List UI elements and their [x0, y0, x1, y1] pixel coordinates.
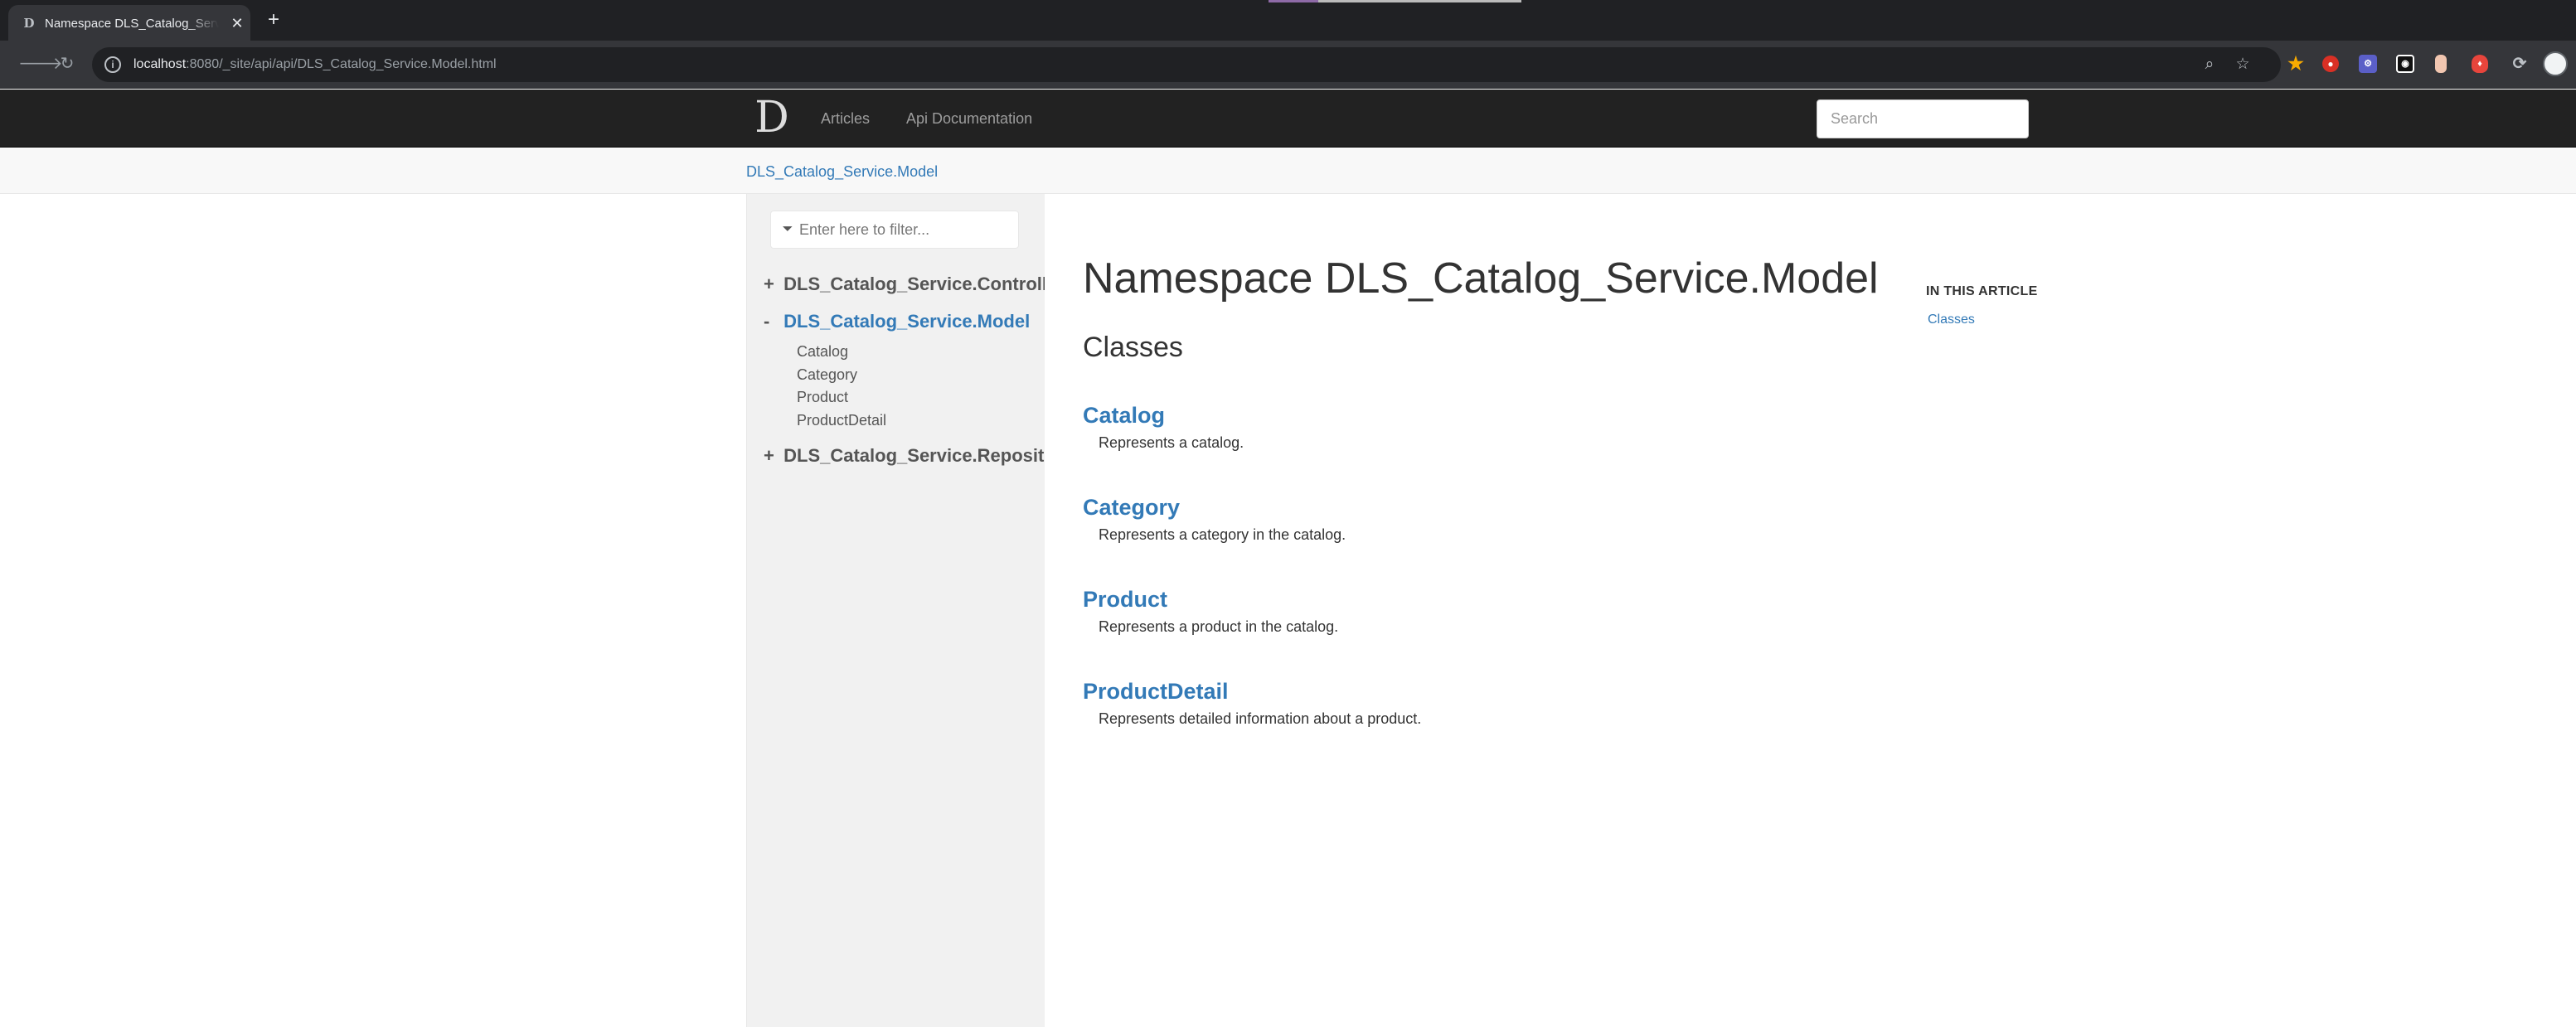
class-link-product[interactable]: Product: [1083, 585, 1167, 613]
filter-input[interactable]: [799, 211, 1013, 248]
browser-tab-strip: D Namespace DLS_Catalog_Service.Model ✕ …: [0, 0, 2576, 41]
shield-ext-icon[interactable]: ◉: [2396, 55, 2414, 73]
new-tab-icon[interactable]: +: [264, 10, 284, 30]
subnav-bar: DLS_Catalog_Service.Model: [0, 148, 2576, 194]
expand-toggle[interactable]: +: [764, 444, 779, 467]
fire-ext-icon[interactable]: ♦: [2472, 55, 2488, 73]
class-summary: Represents a catalog.: [1099, 434, 1244, 451]
class-link-category[interactable]: Category: [1083, 493, 1180, 521]
affix-link-classes[interactable]: Classes: [1928, 312, 1975, 328]
url-host: localhost: [133, 57, 187, 71]
toc-namespace-label[interactable]: DLS_Catalog_Service.Model: [783, 311, 1030, 332]
expand-toggle[interactable]: +: [764, 273, 779, 296]
class-link-catalog[interactable]: Catalog: [1083, 401, 1165, 429]
toc-namespace-controllers[interactable]: + DLS_Catalog_Service.Controllers: [764, 273, 1045, 296]
url-text[interactable]: localhost:8080/_site/api/api/DLS_Catalog…: [133, 56, 497, 73]
filter-icon: ⏷: [782, 222, 793, 236]
sync-icon[interactable]: ⟳: [2509, 53, 2530, 75]
bottle-ext-icon[interactable]: [2435, 55, 2447, 73]
toc-item-category[interactable]: Category: [797, 365, 857, 385]
breadcrumb[interactable]: DLS_Catalog_Service.Model: [746, 162, 938, 181]
tab-close-icon[interactable]: ✕: [229, 15, 245, 31]
toc-item-productdetail[interactable]: ProductDetail: [797, 410, 886, 430]
zoom-icon[interactable]: ⌕: [2200, 55, 2219, 75]
page-title: Namespace DLS_Catalog_Service.Model: [1083, 254, 1879, 303]
sidebar-toc: ⏷ + DLS_Catalog_Service.Controllers - DL…: [746, 194, 1045, 1027]
red-ext-icon[interactable]: ●: [2322, 56, 2339, 72]
toc-item-product[interactable]: Product: [797, 387, 848, 407]
nav-link-articles[interactable]: Articles: [821, 109, 870, 128]
toc-item-catalog[interactable]: Catalog: [797, 342, 848, 361]
toc-namespace-model[interactable]: - DLS_Catalog_Service.Model: [764, 310, 1030, 333]
forward-arrow-icon[interactable]: 🡒: [18, 54, 63, 74]
site-info-icon[interactable]: i: [104, 56, 121, 73]
class-summary: Represents a product in the catalog.: [1099, 618, 1339, 635]
class-link-productdetail[interactable]: ProductDetail: [1083, 677, 1229, 705]
tab-strip-accent-secondary: [1318, 0, 1521, 2]
toc-filter[interactable]: ⏷: [770, 211, 1019, 249]
toc-namespace-label[interactable]: DLS_Catalog_Service.Repositories: [783, 445, 1045, 466]
section-heading-classes: Classes: [1083, 332, 1183, 363]
brand-logo[interactable]: D: [750, 96, 793, 139]
star-ext-icon[interactable]: ★: [2285, 53, 2307, 75]
browser-tab-active[interactable]: D Namespace DLS_Catalog_Service.Model ✕: [8, 5, 250, 41]
tab-favicon-icon: D: [23, 16, 35, 31]
profile-avatar[interactable]: [2543, 51, 2568, 76]
tab-title: Namespace DLS_Catalog_Service.Model: [45, 17, 219, 31]
search-input[interactable]: [1817, 99, 2029, 138]
toc-namespace-label[interactable]: DLS_Catalog_Service.Controllers: [783, 274, 1045, 294]
url-path: :8080/_site/api/api/DLS_Catalog_Service.…: [186, 57, 497, 71]
collapse-toggle[interactable]: -: [764, 310, 779, 333]
bookmark-star-icon[interactable]: ☆: [2233, 55, 2253, 75]
puzzle-ext-icon[interactable]: ⚙: [2359, 55, 2377, 73]
browser-toolbar: 🡒 ↻ i localhost:8080/_site/api/api/DLS_C…: [0, 41, 2576, 89]
toc-namespace-repositories[interactable]: + DLS_Catalog_Service.Repositories: [764, 444, 1045, 467]
nav-link-api-documentation[interactable]: Api Documentation: [906, 109, 1032, 128]
reload-icon[interactable]: ↻: [57, 54, 77, 74]
class-summary: Represents detailed information about a …: [1099, 710, 1422, 727]
address-bar[interactable]: i localhost:8080/_site/api/api/DLS_Catal…: [92, 47, 2281, 82]
site-navbar: D Articles Api Documentation: [0, 90, 2576, 148]
affix-title: IN THIS ARTICLE: [1926, 284, 2038, 298]
class-summary: Represents a category in the catalog.: [1099, 526, 1346, 543]
